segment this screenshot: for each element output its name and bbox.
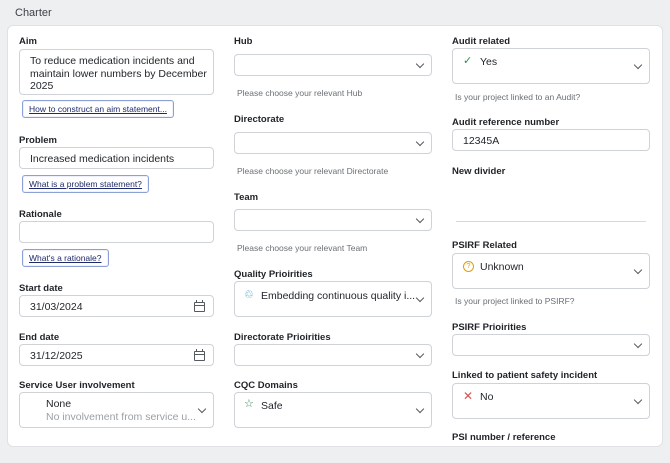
directorate-help: Please choose your relevant Directorate (237, 166, 389, 176)
audit-ref-value: 12345A (463, 135, 500, 147)
check-icon: ✓ (463, 55, 473, 67)
quality-priorities-value: Embedding continuous quality i... (261, 290, 416, 302)
linked-incident-label: Linked to patient safety incident (452, 370, 598, 381)
psirf-priorities-label: PSIRF Prioirities (452, 322, 527, 333)
hub-help: Please choose your relevant Hub (237, 88, 363, 98)
recycle-icon: ♲ (244, 289, 254, 301)
problem-help-link[interactable]: What is a problem statement? (22, 175, 149, 193)
audit-related-help: Is your project linked to an Audit? (455, 92, 581, 102)
psirf-related-label: PSIRF Related (452, 240, 517, 251)
end-date-value: 31/12/2025 (30, 350, 83, 362)
psirf-related-value: Unknown (480, 261, 524, 273)
aim-help-link[interactable]: How to construct an aim statement... (22, 100, 174, 118)
psi-number-label: PSI number / reference (452, 432, 556, 443)
chevron-down-icon (633, 60, 643, 70)
chevron-down-icon (415, 214, 425, 224)
audit-related-value: Yes (480, 56, 498, 68)
linked-incident-value: No (480, 391, 494, 403)
audit-ref-label: Audit reference number (452, 117, 560, 128)
service-user-select[interactable]: None No involvement from service u... (19, 392, 214, 428)
cross-icon: ✕ (463, 389, 474, 403)
start-date-value: 31/03/2024 (30, 301, 83, 313)
linked-incident-select[interactable]: ✕ No (452, 383, 650, 419)
end-date-label: End date (19, 332, 60, 343)
chevron-down-icon (633, 395, 643, 405)
rationale-help-link[interactable]: What's a rationale? (22, 249, 109, 267)
end-date-field[interactable]: 31/12/2025 (19, 344, 214, 366)
rationale-field[interactable] (19, 221, 214, 243)
chevron-down-icon (415, 293, 425, 303)
audit-ref-field[interactable]: 12345A (452, 129, 650, 151)
hub-label: Hub (234, 36, 253, 47)
service-user-value: None (46, 398, 72, 410)
aim-field[interactable]: To reduce medication incidents and maint… (19, 49, 214, 95)
team-help: Please choose your relevant Team (237, 243, 368, 253)
start-date-label: Start date (19, 283, 63, 294)
charter-card: Aim To reduce medication incidents and m… (7, 25, 663, 447)
psirf-related-select[interactable]: ? Unknown (452, 253, 650, 289)
service-user-label: Service User involvement (19, 380, 135, 391)
audit-related-label: Audit related (452, 36, 511, 47)
chevron-down-icon (197, 404, 207, 414)
chevron-down-icon (415, 349, 425, 359)
problem-value: Increased medication incidents (30, 153, 175, 165)
quality-priorities-label: Quality Prioirities (234, 269, 313, 280)
chevron-down-icon (415, 59, 425, 69)
directorate-priorities-select[interactable] (234, 344, 432, 366)
psirf-related-help: Is your project linked to PSIRF? (455, 296, 575, 306)
cqc-domains-select[interactable]: ☆ Safe (234, 392, 432, 428)
chevron-down-icon (633, 339, 643, 349)
team-select[interactable] (234, 209, 432, 231)
directorate-label: Directorate (234, 114, 285, 125)
rationale-label: Rationale (19, 209, 62, 220)
directorate-select[interactable] (234, 132, 432, 154)
calendar-icon[interactable] (194, 300, 205, 312)
team-label: Team (234, 192, 259, 203)
new-divider-label: New divider (452, 166, 506, 177)
service-user-subvalue: No involvement from service u... (46, 411, 196, 423)
star-icon: ☆ (244, 398, 254, 410)
problem-label: Problem (19, 135, 58, 146)
chevron-down-icon (415, 404, 425, 414)
psirf-priorities-select[interactable] (452, 334, 650, 356)
aim-label: Aim (19, 36, 37, 47)
aim-value: To reduce medication incidents and maint… (30, 55, 207, 92)
directorate-priorities-label: Directorate Prioirities (234, 332, 331, 343)
problem-field[interactable]: Increased medication incidents (19, 147, 214, 169)
audit-related-select[interactable]: ✓ Yes (452, 48, 650, 84)
calendar-icon[interactable] (194, 349, 205, 361)
start-date-field[interactable]: 31/03/2024 (19, 295, 214, 317)
quality-priorities-select[interactable]: ♲ Embedding continuous quality i... (234, 281, 432, 317)
question-circle-icon: ? (463, 261, 474, 272)
hub-select[interactable] (234, 54, 432, 76)
chevron-down-icon (415, 137, 425, 147)
cqc-domains-value: Safe (261, 400, 283, 412)
page-title: Charter (15, 7, 52, 19)
section-divider (456, 221, 646, 222)
chevron-down-icon (633, 265, 643, 275)
cqc-domains-label: CQC Domains (234, 380, 298, 391)
